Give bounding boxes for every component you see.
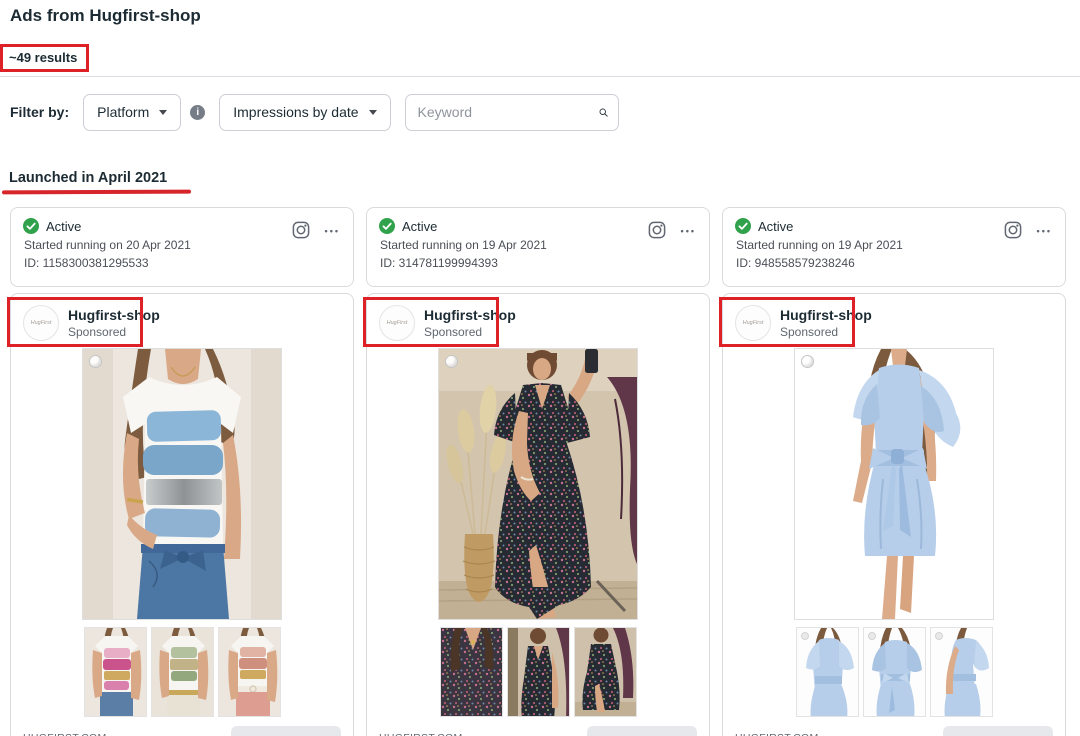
ad-card: Active Started running on 19 Apr 2021 ID… bbox=[719, 207, 1066, 736]
more-options-button[interactable]: ••• bbox=[681, 224, 696, 236]
ad-domain: HUGFIRST.COM bbox=[23, 726, 107, 736]
advertiser-name[interactable]: Hugfirst-shop bbox=[68, 307, 160, 323]
advertiser-row: HugFirst Hugfirst-shop Sponsored bbox=[719, 297, 1065, 347]
ad-card-footer: HUGFIRST.COM bbox=[367, 726, 709, 736]
advertiser-row: HugFirst Hugfirst-shop Sponsored bbox=[363, 297, 709, 347]
ad-thumbnail[interactable] bbox=[929, 627, 993, 717]
ad-creative-image[interactable] bbox=[794, 348, 994, 620]
divider bbox=[0, 76, 1080, 77]
sponsored-label: Sponsored bbox=[424, 324, 483, 339]
filter-by-label: Filter by: bbox=[10, 104, 70, 120]
ad-thumbnail[interactable] bbox=[150, 627, 214, 717]
ad-library-page: Ads from Hugfirst-shop ~49 results Filte… bbox=[0, 0, 1080, 736]
section-heading: Launched in April 2021 bbox=[9, 170, 168, 186]
platform-dropdown-label: Platform bbox=[97, 104, 150, 120]
ad-domain: HUGFIRST.COM bbox=[735, 726, 819, 736]
start-date: Started running on 19 Apr 2021 bbox=[380, 238, 547, 252]
ad-id: ID: 1158300381295533 bbox=[24, 256, 149, 270]
blue-dress-photo-illustration bbox=[795, 349, 993, 619]
advertiser-name[interactable]: Hugfirst-shop bbox=[424, 307, 516, 323]
active-check-icon bbox=[735, 218, 751, 234]
photo-corner-dot bbox=[445, 355, 458, 368]
ad-card: Active Started running on 20 Apr 2021 ID… bbox=[7, 207, 354, 736]
ad-thumbnails bbox=[439, 627, 637, 717]
impressions-dropdown-label: Impressions by date bbox=[233, 104, 359, 120]
keyword-input[interactable] bbox=[417, 104, 599, 120]
status-label: Active bbox=[402, 218, 438, 234]
search-icon[interactable] bbox=[599, 104, 608, 121]
ad-card-footer: HUGFIRST.COM bbox=[723, 726, 1065, 736]
sponsored-label: Sponsored bbox=[68, 324, 127, 339]
ad-thumbnail[interactable] bbox=[506, 627, 570, 717]
ad-card-header: Active Started running on 20 Apr 2021 ID… bbox=[10, 207, 354, 287]
cta-button[interactable] bbox=[231, 726, 341, 736]
advertiser-avatar[interactable]: HugFirst bbox=[379, 305, 415, 341]
ad-thumbnail[interactable] bbox=[573, 627, 637, 717]
page-title: Ads from Hugfirst-shop bbox=[10, 6, 201, 25]
photo-corner-dot bbox=[801, 355, 814, 368]
header-icons: ••• bbox=[1004, 221, 1052, 239]
ad-id: ID: 314781199994393 bbox=[380, 256, 498, 270]
advertiser-name[interactable]: Hugfirst-shop bbox=[780, 307, 872, 323]
chevron-down-icon bbox=[368, 109, 377, 115]
ads-grid: Active Started running on 20 Apr 2021 ID… bbox=[7, 207, 1066, 736]
start-date: Started running on 19 Apr 2021 bbox=[736, 238, 903, 252]
advertiser-avatar[interactable]: HugFirst bbox=[735, 305, 771, 341]
cta-button[interactable] bbox=[587, 726, 697, 736]
status-label: Active bbox=[46, 218, 82, 234]
header-icons: ••• bbox=[648, 221, 696, 239]
advertiser-names: Hugfirst-shop Sponsored bbox=[424, 307, 516, 338]
ad-card-header: Active Started running on 19 Apr 2021 ID… bbox=[722, 207, 1066, 287]
cta-button[interactable] bbox=[943, 726, 1053, 736]
start-date: Started running on 20 Apr 2021 bbox=[24, 238, 191, 252]
chevron-down-icon bbox=[159, 109, 168, 115]
sponsored-label: Sponsored bbox=[780, 324, 839, 339]
advertiser-names: Hugfirst-shop Sponsored bbox=[780, 307, 872, 338]
ad-thumbnail[interactable] bbox=[795, 627, 859, 717]
more-options-button[interactable]: ••• bbox=[1037, 224, 1052, 236]
ad-thumbnails bbox=[795, 627, 993, 717]
ad-domain: HUGFIRST.COM bbox=[379, 726, 463, 736]
ad-card-footer: HUGFIRST.COM bbox=[11, 726, 353, 736]
ad-thumbnails bbox=[83, 627, 281, 717]
filter-bar: Filter by: Platform i Impressions by dat… bbox=[10, 93, 619, 131]
ad-thumbnail[interactable] bbox=[83, 627, 147, 717]
impressions-by-date-dropdown[interactable]: Impressions by date bbox=[219, 93, 391, 131]
advertiser-names: Hugfirst-shop Sponsored bbox=[68, 307, 160, 338]
photo-corner-dot bbox=[89, 355, 102, 368]
ad-thumbnail[interactable] bbox=[439, 627, 503, 717]
advertiser-row: HugFirst Hugfirst-shop Sponsored bbox=[7, 297, 353, 347]
instagram-icon[interactable] bbox=[648, 221, 666, 239]
status-label: Active bbox=[758, 218, 794, 234]
ad-card-header: Active Started running on 19 Apr 2021 ID… bbox=[366, 207, 710, 287]
ad-creative-image[interactable] bbox=[82, 348, 282, 620]
tee-photo-illustration bbox=[83, 349, 281, 619]
ad-card-body: HugFirst Hugfirst-shop Sponsored bbox=[363, 293, 710, 736]
ad-thumbnail[interactable] bbox=[862, 627, 926, 717]
floral-dress-photo-illustration bbox=[439, 349, 637, 619]
ad-thumbnail[interactable] bbox=[217, 627, 281, 717]
header-icons: ••• bbox=[292, 221, 340, 239]
ad-id: ID: 948558579238246 bbox=[736, 256, 855, 270]
more-options-button[interactable]: ••• bbox=[325, 224, 340, 236]
platform-dropdown[interactable]: Platform bbox=[83, 93, 182, 131]
results-count: ~49 results bbox=[0, 44, 90, 72]
active-check-icon bbox=[379, 218, 395, 234]
advertiser-avatar[interactable]: HugFirst bbox=[23, 305, 59, 341]
active-check-icon bbox=[23, 218, 39, 234]
annotation-underline bbox=[1, 189, 192, 194]
ad-card-body: HugFirst Hugfirst-shop Sponsored bbox=[719, 293, 1066, 736]
info-icon[interactable]: i bbox=[190, 104, 206, 120]
ad-creative-image[interactable] bbox=[438, 348, 638, 620]
instagram-icon[interactable] bbox=[1004, 221, 1022, 239]
ad-card-body: HugFirst Hugfirst-shop Sponsored bbox=[7, 293, 354, 736]
instagram-icon[interactable] bbox=[292, 221, 310, 239]
keyword-search-box bbox=[404, 93, 619, 131]
ad-card: Active Started running on 19 Apr 2021 ID… bbox=[363, 207, 710, 736]
